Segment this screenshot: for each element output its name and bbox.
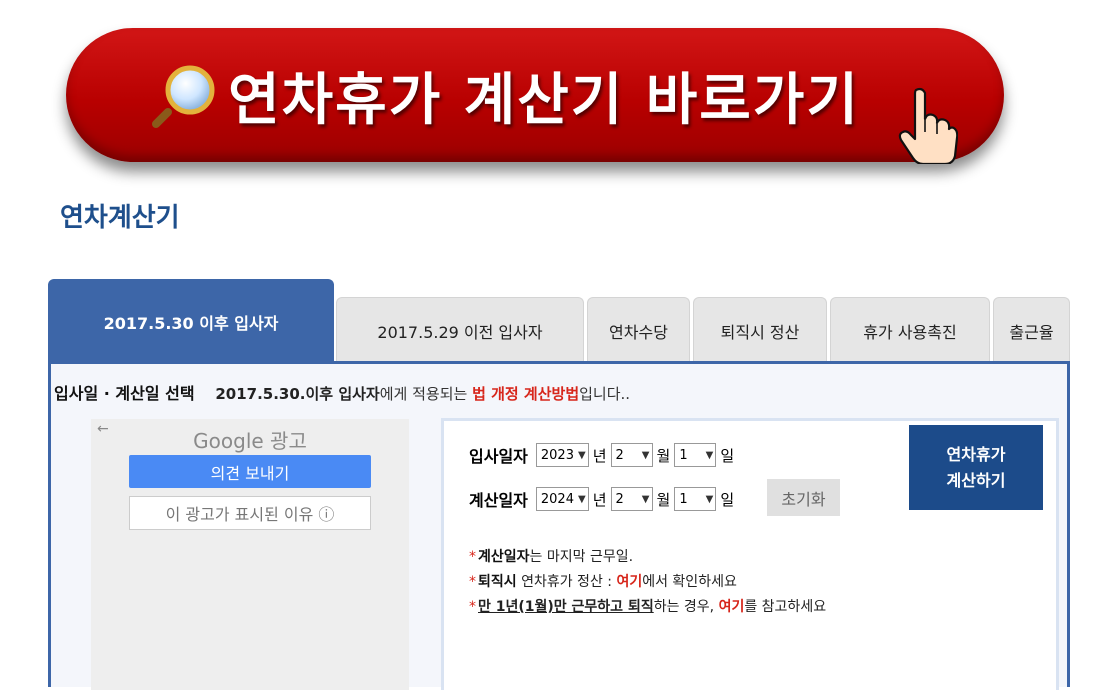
day-unit: 일: [720, 446, 735, 465]
tab-attendance-rate[interactable]: 출근율: [993, 297, 1070, 363]
hire-date-label: 입사일자: [469, 447, 528, 466]
chevron-down-icon: ▼: [577, 449, 586, 461]
calc-year-value: 2024: [540, 491, 574, 507]
calculate-label-line2: 계산하기: [946, 470, 1006, 490]
retirement-here-link[interactable]: 여기: [616, 574, 642, 590]
note-target: 2017.5.30.이후 입사자: [215, 385, 380, 403]
note-suffix: 입니다..: [579, 385, 631, 403]
chevron-down-icon: ▼: [641, 493, 650, 505]
day-unit: 일: [720, 490, 735, 509]
calc-day-value: 1: [679, 491, 688, 507]
tab-before-2017-5-29[interactable]: 2017.5.29 이전 입사자: [336, 297, 584, 363]
google-ad-box: ← Google 광고 의견 보내기 이 광고가 표시된 이유 ⓘ: [91, 419, 409, 690]
magnifier-icon: [152, 65, 215, 128]
calc-month-select[interactable]: 2 ▼: [610, 487, 653, 511]
note2-suffix: 에서 확인하세요: [642, 574, 737, 590]
chevron-down-icon: ▼: [641, 449, 650, 461]
hire-year-select[interactable]: 2023 ▼: [535, 443, 589, 467]
one-year-here-link[interactable]: 여기: [719, 599, 745, 615]
ad-brand: Google 광고: [193, 429, 307, 453]
asterisk: *: [469, 549, 476, 565]
hire-day-select[interactable]: 1 ▼: [674, 443, 717, 467]
calc-year-select[interactable]: 2024 ▼: [535, 487, 589, 511]
note1-text: 는 마지막 근무일.: [529, 549, 634, 565]
panel-heading: 입사일 · 계산일 선택 2017.5.30.이후 입사자에게 적용되는 법 개…: [54, 380, 630, 404]
hire-month-value: 2: [615, 447, 624, 463]
month-unit: 월: [656, 490, 671, 509]
asterisk: *: [469, 599, 476, 615]
tab-retirement-settlement[interactable]: 퇴직시 정산: [693, 297, 827, 363]
calc-day-select[interactable]: 1 ▼: [674, 487, 717, 511]
calculator-shortcut-banner[interactable]: 연차휴가 계산기 바로가기: [66, 28, 1004, 162]
calc-date-row: 계산일자 2024 ▼ 년 2 ▼ 월 1 ▼ 일: [469, 487, 734, 511]
hire-month-select[interactable]: 2 ▼: [610, 443, 653, 467]
hire-year-value: 2023: [540, 447, 574, 463]
calculate-button[interactable]: 연차휴가 계산하기: [909, 425, 1043, 510]
send-feedback-button[interactable]: 의견 보내기: [129, 455, 371, 488]
reset-button[interactable]: 초기화: [767, 479, 840, 516]
calc-month-value: 2: [615, 491, 624, 507]
tab-after-2017-5-30[interactable]: 2017.5.30 이후 입사자: [48, 279, 334, 363]
note3-text: 하는 경우,: [653, 599, 719, 615]
page-title: 연차계산기: [60, 203, 180, 233]
tab-bar: 2017.5.30 이후 입사자 2017.5.29 이전 입사자 연차수당 퇴…: [48, 279, 1070, 363]
year-unit: 년: [592, 490, 607, 509]
tab-usage-promotion[interactable]: 휴가 사용촉진: [830, 297, 990, 363]
banner-label: 연차휴가 계산기 바로가기: [228, 67, 860, 133]
note-item: * 계산일자는 마지막 근무일.: [469, 545, 826, 570]
calc-date-label: 계산일자: [469, 491, 528, 510]
note-item: * 퇴직시 연차휴가 정산 : 여기에서 확인하세요: [469, 570, 826, 595]
tab-annual-allowance[interactable]: 연차수당: [587, 297, 690, 363]
note-text: 에게 적용되는: [379, 385, 473, 403]
chevron-down-icon: ▼: [577, 493, 586, 505]
note2-text: 연차휴가 정산 :: [516, 574, 617, 590]
note3-underline: 만 1년(1월)만 근무하고 퇴직: [478, 599, 654, 615]
note1-bold: 계산일자: [478, 549, 530, 565]
asterisk: *: [469, 574, 476, 590]
year-unit: 년: [592, 446, 607, 465]
hire-day-value: 1: [679, 447, 688, 463]
date-calculator: 입사일자 2023 ▼ 년 2 ▼ 월 1 ▼ 일 계산일자 2024 ▼ 년 2 ▼ 월…: [441, 418, 1059, 690]
note3-suffix: 를 참고하세요: [744, 599, 827, 615]
chevron-down-icon: ▼: [705, 449, 714, 461]
hire-date-row: 입사일자 2023 ▼ 년 2 ▼ 월 1 ▼ 일: [469, 443, 734, 467]
calculator-panel: 입사일 · 계산일 선택 2017.5.30.이후 입사자에게 적용되는 법 개…: [48, 361, 1070, 690]
calculate-label-line1: 연차휴가: [946, 444, 1006, 464]
note-item: * 만 1년(1월)만 근무하고 퇴직하는 경우, 여기를 참고하세요: [469, 595, 826, 620]
notes-list: * 계산일자는 마지막 근무일. * 퇴직시 연차휴가 정산 : 여기에서 확인하세…: [469, 545, 826, 620]
chevron-down-icon: ▼: [705, 493, 714, 505]
why-this-ad-button[interactable]: 이 광고가 표시된 이유 ⓘ: [129, 496, 371, 530]
note-highlight: 법 개정 계산방법: [472, 385, 580, 403]
section-heading: 입사일 · 계산일 선택: [54, 384, 195, 403]
hand-pointer-icon: [898, 87, 958, 164]
note2-bold: 퇴직시: [478, 574, 517, 590]
month-unit: 월: [656, 446, 671, 465]
